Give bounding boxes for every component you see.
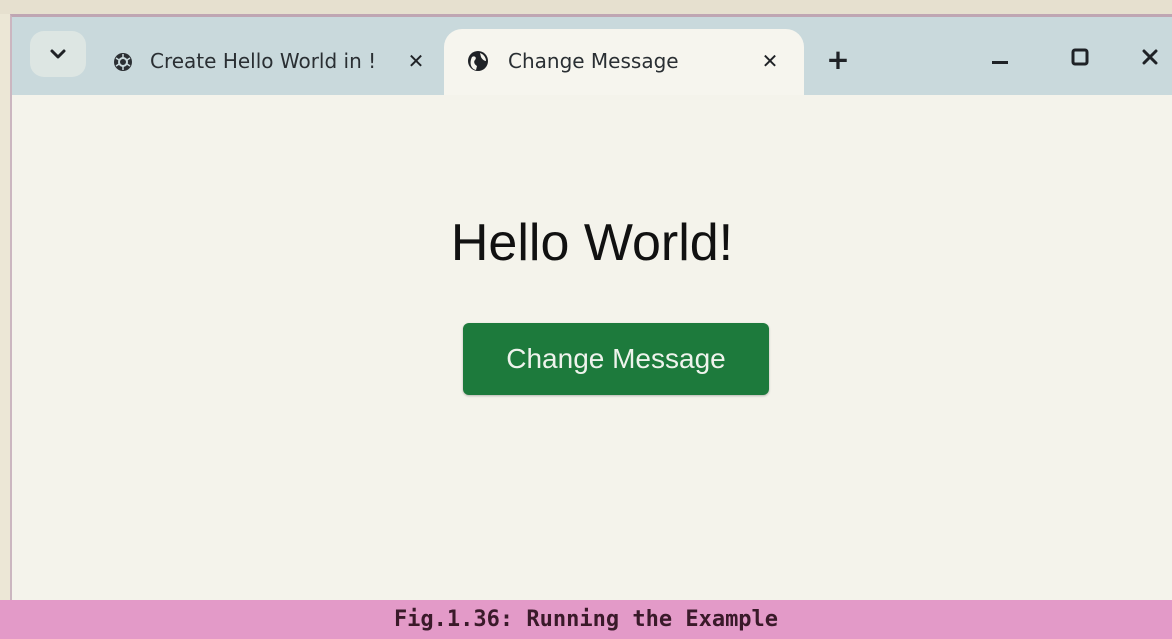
close-icon: [1141, 48, 1159, 70]
tab-search-button[interactable]: [30, 31, 86, 77]
page-heading: Hello World!: [450, 214, 734, 272]
close-icon[interactable]: ✕: [402, 47, 430, 75]
minimize-button[interactable]: [980, 39, 1020, 79]
openai-logo-icon: [112, 51, 134, 73]
minimize-icon: [991, 50, 1009, 69]
maximize-button[interactable]: [1060, 39, 1100, 79]
globe-icon: [466, 49, 490, 73]
tab-title: Change Message: [508, 49, 679, 73]
close-icon[interactable]: ✕: [756, 47, 784, 75]
page-background: [0, 0, 1172, 14]
tab-title: Create Hello World in !: [150, 49, 374, 73]
page-content: Hello World! Change Message: [12, 95, 1172, 600]
figure-caption: Fig.1.36: Running the Example: [393, 607, 779, 632]
change-message-button[interactable]: Change Message: [463, 323, 769, 395]
browser-window: Create Hello World in ! ✕ Change Message…: [10, 14, 1172, 600]
figure-caption-bar: Fig.1.36: Running the Example: [0, 600, 1172, 639]
tab-create-hello-world[interactable]: Create Hello World in ! ✕: [100, 31, 440, 93]
maximize-icon: [1071, 48, 1089, 70]
tab-bar: Create Hello World in ! ✕ Change Message…: [12, 17, 1172, 95]
tab-change-message[interactable]: Change Message ✕: [444, 29, 804, 95]
new-tab-button[interactable]: +: [820, 41, 856, 77]
chevron-down-icon: [49, 45, 67, 64]
window-close-button[interactable]: [1130, 39, 1170, 79]
